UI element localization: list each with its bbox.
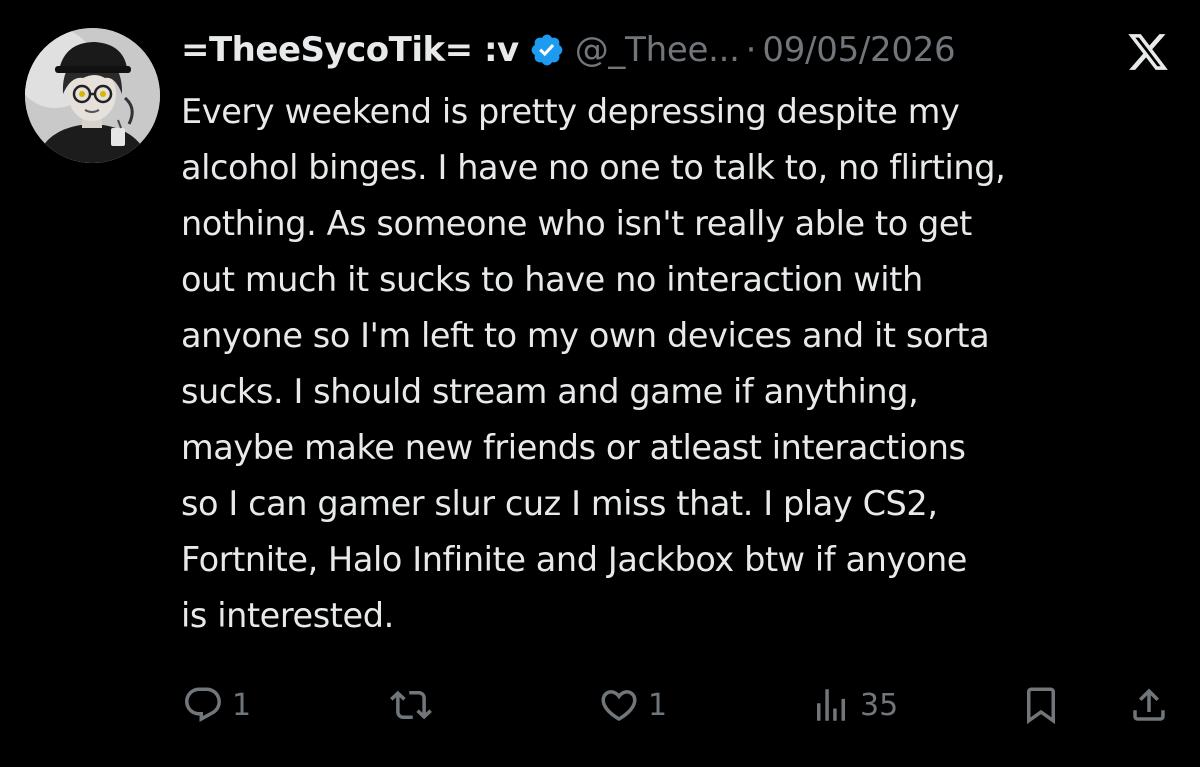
- heart-icon: [601, 690, 637, 722]
- tweet-text-line: so I can gamer slur cuz I miss that. I p…: [181, 484, 938, 523]
- views-count: 35: [860, 687, 899, 723]
- tweet-text-line: anyone so I'm left to my own devices and…: [181, 316, 990, 355]
- x-logo-icon: [1124, 30, 1172, 74]
- share-button[interactable]: [1128, 678, 1170, 732]
- reply-icon: [185, 687, 221, 722]
- tweet-text-line: alcohol binges. I have no one to talk to…: [181, 148, 1006, 187]
- reply-count: 1: [232, 687, 252, 723]
- tweet-text-line: maybe make new friends or atleast intera…: [181, 428, 966, 467]
- repost-button[interactable]: [390, 678, 440, 732]
- verified-badge-icon: [529, 32, 565, 68]
- share-icon: [1133, 688, 1165, 721]
- separator-dot: ·: [745, 30, 757, 70]
- tweet-text-line: Every weekend is pretty depressing despi…: [181, 92, 960, 131]
- views-chart-icon: [817, 689, 845, 721]
- tweet-text: Every weekend is pretty depressing despi…: [181, 84, 1171, 644]
- tweet-text-line: nothing. As someone who isn't really abl…: [181, 204, 972, 243]
- tweet-text-line: out much it sucks to have no interaction…: [181, 260, 923, 299]
- avatar-image: [25, 28, 160, 163]
- tweet-date[interactable]: 09/05/2026: [762, 30, 955, 70]
- tweet-text-line: Fortnite, Halo Infinite and Jackbox btw …: [181, 540, 968, 579]
- bookmark-button[interactable]: [1020, 678, 1062, 732]
- tweet-header: =TheeSycoTik= :v @_Thee... · 09/05/2026: [181, 24, 1176, 76]
- tweet-card[interactable]: =TheeSycoTik= :v @_Thee... · 09/05/2026 …: [0, 0, 1200, 767]
- display-name[interactable]: =TheeSycoTik= :v: [181, 30, 519, 70]
- views-button[interactable]: 35: [810, 678, 898, 732]
- tweet-text-line: sucks. I should stream and game if anyth…: [181, 372, 919, 411]
- reply-button[interactable]: 1: [182, 678, 251, 732]
- handle[interactable]: @_Thee...: [575, 30, 740, 70]
- tweet-text-line: is interested.: [181, 596, 394, 635]
- repost-icon: [390, 690, 432, 720]
- like-button[interactable]: 1: [598, 678, 667, 732]
- avatar[interactable]: [25, 28, 160, 163]
- bookmark-icon: [1027, 687, 1055, 725]
- like-count: 1: [648, 687, 668, 723]
- action-bar: 1 1 35: [0, 678, 1200, 732]
